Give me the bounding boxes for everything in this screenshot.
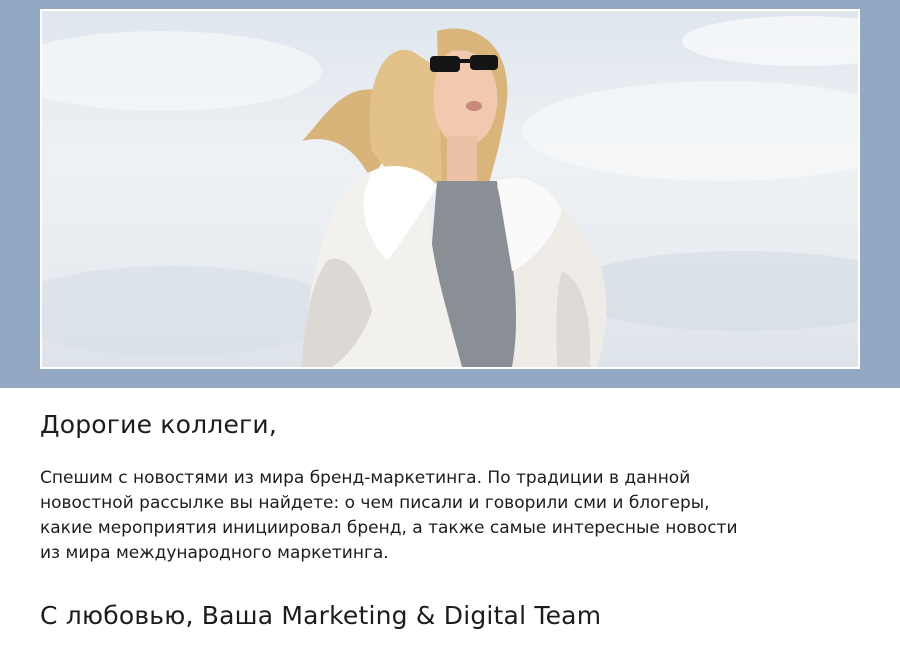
hero-image-frame	[40, 9, 860, 369]
intro-line: какие мероприятия инициировал бренд, а т…	[40, 518, 738, 538]
intro-paragraph: Спешим с новостями из мира бренд-маркети…	[40, 466, 800, 566]
intro-line: из мира международного маркетинга.	[40, 543, 389, 563]
hero-banner	[0, 0, 900, 388]
hero-photo	[42, 16, 858, 367]
greeting-heading: Дорогие коллеги,	[40, 410, 277, 439]
intro-line: Спешим с новостями из мира бренд-маркети…	[40, 468, 691, 488]
signature: С любовью, Ваша Marketing & Digital Team	[40, 601, 602, 630]
intro-line: новостной рассылке вы найдете: о чем пис…	[40, 493, 710, 513]
